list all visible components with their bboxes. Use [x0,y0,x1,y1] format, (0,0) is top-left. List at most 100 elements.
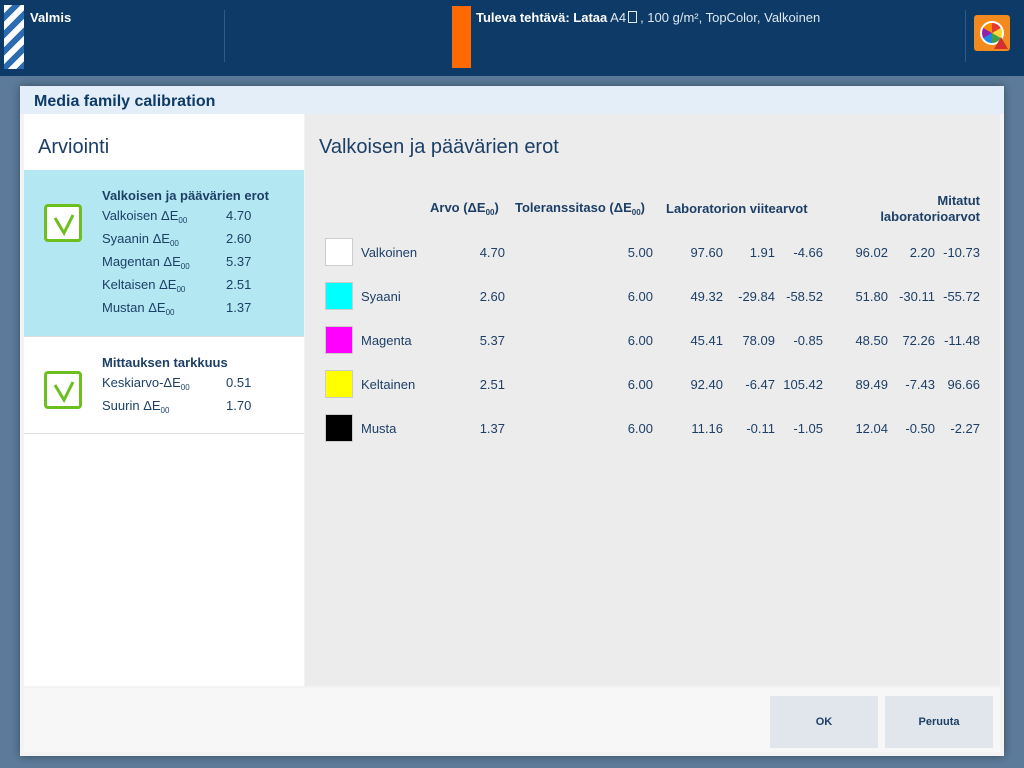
tolerance-cell: 6.00 [627,377,653,392]
lab-ref-cell: -0.11 [746,421,775,436]
card-title: Valkoisen ja päävärien erot [102,188,269,203]
value-cell: 4.70 [479,245,505,260]
measured-cell: -10.73 [943,245,980,260]
color-name: Musta [361,421,397,436]
measured-cell: -30.11 [899,289,935,304]
column-header-value: Arvo (ΔE00) [430,200,499,217]
dialog-footer: OK Peruuta [24,688,1000,752]
row-label-sub: 00 [178,216,188,225]
lab-ref-cell: 11.16 [691,421,723,436]
card-color-differences[interactable]: Valkoisen ja päävärien erot Valkoisen ΔE… [24,170,304,336]
lab-ref-cell: -1.05 [793,421,823,436]
measured-cell: -2.27 [950,421,980,436]
color-swatch [325,282,353,310]
row-value: 2.60 [226,231,252,246]
details-panel: Valkoisen ja päävärien erot Arvo (ΔE00) … [305,114,1000,686]
color-name: Keltainen [361,377,416,392]
measured-cell: -55.72 [943,289,980,304]
next-job-info[interactable]: Tuleva tehtävä: Lataa A4 , 100 g/m², TopC… [476,10,820,25]
calibration-dialog: Media family calibration Arviointi Valko… [20,86,1004,756]
color-swatch [325,238,353,266]
lab-ref-cell: 105.42 [783,377,823,392]
evaluation-panel: Arviointi Valkoisen ja päävärien erot Va… [24,114,304,686]
measured-cell: -0.50 [905,421,935,436]
column-header-measured-2: laboratorioarvot [880,209,980,224]
dialog-title: Media family calibration [20,86,1004,114]
row-label-sub: 00 [160,406,170,415]
lab-ref-cell: 78.09 [742,333,775,348]
card-measurement-accuracy[interactable]: Mittauksen tarkkuus Keskiarvo-ΔE00 0.51 S… [24,336,304,434]
color-name: Valkoinen [361,245,418,260]
measured-cell: 12.04 [855,421,888,436]
card-title: Mittauksen tarkkuus [102,355,228,370]
column-header-measured-1: Mitatut [937,193,980,208]
measured-cell: 96.02 [855,245,888,260]
color-name: Magenta [361,333,412,348]
printer-status: Valmis [30,10,72,25]
row-value: 0.51 [226,375,252,390]
column-header-lab-reference: Laboratorion viitearvot [666,201,808,216]
row-label: Keskiarvo-ΔE [102,375,181,390]
measured-cell: -7.43 [905,377,935,392]
value-cell: 2.60 [479,289,505,304]
measured-cell: 2.20 [909,245,935,260]
tolerance-cell: 6.00 [627,289,653,304]
row-value: 5.37 [226,254,252,269]
row-label-sub: 00 [180,383,190,392]
check-icon [44,204,82,242]
row-label-sub: 00 [176,285,186,294]
header-sub: 00 [631,208,641,217]
color-swatch [325,370,353,398]
lab-ref-cell: 97.60 [690,245,723,260]
tolerance-cell: 6.00 [627,421,653,436]
row-value: 1.70 [226,398,252,413]
measured-cell: 89.49 [855,377,888,392]
row-label-sub: 00 [169,239,179,248]
next-job-label: Tuleva tehtävä: Lataa [476,10,608,25]
document-icon [628,11,638,23]
evaluation-heading: Arviointi [38,136,110,158]
header-close: ) [640,200,645,215]
measured-cell: 48.50 [855,333,888,348]
divider [965,10,966,62]
check-icon [44,371,82,409]
tolerance-cell: 5.00 [627,245,653,260]
lab-ref-cell: 49.32 [690,289,723,304]
row-label: Magentan ΔE [102,254,181,269]
next-job-details: , 100 g/m², TopColor, Valkoinen [640,10,821,25]
tolerance-cell: 6.00 [627,333,653,348]
measured-cell: 51.80 [855,289,888,304]
lab-ref-cell: 45.41 [690,333,723,348]
row-value: 2.51 [226,277,252,292]
row-label: Suurin ΔE [102,398,161,413]
header-close: ) [494,200,499,215]
value-cell: 1.37 [479,421,505,436]
details-heading: Valkoisen ja päävärien erot [319,136,559,158]
lab-ref-cell: 92.40 [690,377,723,392]
row-value: 4.70 [226,208,252,223]
row-label: Mustan ΔE [102,300,166,315]
column-header-tolerance: Toleranssitaso (ΔE00) [515,200,645,217]
header-text: Arvo (ΔE [430,200,486,215]
header-text: Toleranssitaso (ΔE [515,200,632,215]
row-label: Keltaisen ΔE [102,277,177,292]
value-cell: 2.51 [479,377,505,392]
color-swatch [325,414,353,442]
color-swatch [325,326,353,354]
measured-cell: 72.26 [902,333,935,348]
measured-cell: -11.48 [944,333,980,348]
lab-ref-cell: -4.66 [793,245,823,260]
lab-ref-cell: -0.85 [793,333,823,348]
color-alert-button[interactable] [974,15,1010,51]
job-color-indicator [452,6,471,68]
color-name: Syaani [361,289,401,304]
row-label: Valkoisen ΔE [102,208,179,223]
row-label-sub: 00 [180,262,190,271]
cancel-button[interactable]: Peruuta [885,696,993,748]
lab-ref-cell: -29.84 [738,289,775,304]
row-label-sub: 00 [165,308,175,317]
ok-button[interactable]: OK [770,696,878,748]
row-label: Syaanin ΔE [102,231,170,246]
value-cell: 5.37 [479,333,505,348]
warning-icon [994,37,1008,49]
